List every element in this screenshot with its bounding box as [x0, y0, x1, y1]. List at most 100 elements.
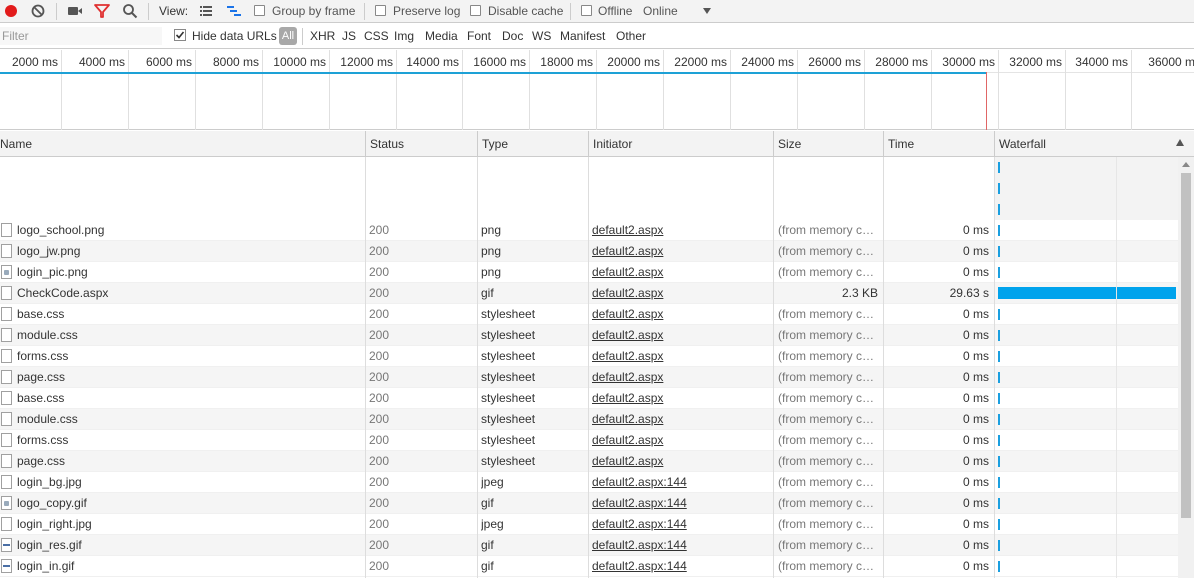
type-filter-xhr[interactable]: XHR [310, 29, 335, 43]
column-header-status[interactable]: Status [365, 131, 477, 157]
group-by-frame-checkbox[interactable] [254, 5, 265, 16]
table-row[interactable]: login_res.gif 200 gif default2.aspx:144 (fro… [0, 535, 1178, 556]
column-header-name[interactable]: Name [0, 131, 365, 157]
preserve-log-checkbox[interactable] [375, 5, 386, 16]
filter-input[interactable] [0, 27, 162, 45]
initiator-link[interactable]: default2.aspx:144 [592, 514, 770, 535]
table-row[interactable]: forms.css 200 stylesheet default2.aspx (from… [0, 430, 1178, 451]
overview-tick-label: 12000 ms [340, 55, 393, 69]
initiator-link[interactable]: default2.aspx [592, 325, 770, 346]
table-row[interactable]: module.css 200 stylesheet default2.aspx (fro… [0, 409, 1178, 430]
column-header-type[interactable]: Type [477, 131, 588, 157]
toolbar-divider [56, 3, 57, 20]
type-filter-font[interactable]: Font [467, 29, 491, 43]
record-icon[interactable] [2, 2, 20, 20]
table-row[interactable]: forms.css 200 stylesheet default2.aspx (from… [0, 346, 1178, 367]
type-filter-css[interactable]: CSS [364, 29, 389, 43]
column-header-initiator[interactable]: Initiator [588, 131, 773, 157]
waterfall-tick [998, 204, 1000, 215]
request-name: login_res.gif [17, 538, 82, 552]
filter-icon[interactable] [93, 2, 111, 20]
initiator-link[interactable]: default2.aspx:144 [592, 556, 770, 577]
request-size: (from memory ca... [778, 370, 878, 384]
initiator-link[interactable]: default2.aspx [592, 346, 770, 367]
video-camera-icon[interactable] [66, 2, 84, 20]
type-filter-other[interactable]: Other [616, 29, 646, 43]
initiator-link[interactable]: default2.aspx [592, 241, 770, 262]
table-row[interactable]: logo_jw.png 200 png default2.aspx (from memo… [0, 241, 1178, 262]
type-filter-doc[interactable]: Doc [502, 29, 523, 43]
table-row[interactable]: page.css 200 stylesheet default2.aspx (from … [0, 451, 1178, 472]
initiator-link[interactable]: default2.aspx [592, 388, 770, 409]
column-divider [588, 157, 589, 578]
sort-ascending-icon[interactable] [1176, 139, 1184, 146]
scroll-up-arrow-icon[interactable] [1182, 162, 1190, 167]
scrollbar-thumb[interactable] [1181, 173, 1191, 518]
chevron-down-icon[interactable] [702, 7, 712, 15]
initiator-link[interactable]: default2.aspx [592, 409, 770, 430]
request-size: (from memory ca... [778, 244, 878, 258]
overview-tick-label: 10000 ms [273, 55, 326, 69]
request-size: (from memory ca... [778, 559, 878, 573]
hide-data-urls-checkbox[interactable] [174, 29, 186, 41]
table-row[interactable]: page.css 200 stylesheet default2.aspx (from … [0, 367, 1178, 388]
group-by-frame-label: Group by frame [272, 4, 356, 18]
initiator-link[interactable]: default2.aspx [592, 304, 770, 325]
type-filter-manifest[interactable]: Manifest [560, 29, 605, 43]
table-row[interactable]: login_in.gif 200 gif default2.aspx:144 (from… [0, 556, 1178, 577]
large-rows-icon[interactable] [197, 2, 215, 20]
table-row[interactable]: logo_copy.gif 200 gif default2.aspx:144 (fro… [0, 493, 1178, 514]
table-row[interactable]: base.css 200 stylesheet default2.aspx (from … [0, 388, 1178, 409]
waterfall-overview-icon[interactable] [225, 2, 243, 20]
table-row[interactable]: login_right.jpg 200 jpeg default2.aspx:144 (… [0, 514, 1178, 535]
disable-cache-checkbox[interactable] [470, 5, 481, 16]
offline-checkbox[interactable] [581, 5, 592, 16]
request-name: page.css [17, 454, 66, 468]
throttling-select[interactable]: Online [643, 4, 678, 18]
column-header-time[interactable]: Time [883, 131, 994, 157]
column-header-size[interactable]: Size [773, 131, 883, 157]
initiator-link[interactable]: default2.aspx [592, 430, 770, 451]
type-filter-ws[interactable]: WS [532, 29, 551, 43]
search-icon[interactable] [121, 2, 139, 20]
type-filter-js[interactable]: JS [342, 29, 356, 43]
load-event-marker [986, 72, 987, 130]
initiator-link[interactable]: default2.aspx [592, 451, 770, 472]
column-header-waterfall[interactable]: Waterfall [994, 131, 1194, 157]
hide-data-urls-label: Hide data URLs [192, 29, 277, 43]
initiator-link[interactable]: default2.aspx:144 [592, 535, 770, 556]
table-row[interactable]: CheckCode.aspx 200 gif default2.aspx 2.3 KB 2… [0, 283, 1178, 304]
type-filter-all[interactable]: All [279, 27, 297, 45]
file-icon [1, 328, 12, 342]
initiator-link[interactable]: default2.aspx [592, 220, 770, 241]
request-type: stylesheet [481, 412, 536, 426]
table-row[interactable]: module.css 200 stylesheet default2.aspx (fro… [0, 325, 1178, 346]
table-row[interactable]: logo_school.png 200 png default2.aspx (from … [0, 220, 1178, 241]
overview-tick-label: 14000 ms [406, 55, 459, 69]
type-filter-media[interactable]: Media [425, 29, 458, 43]
overview-timeline-line [0, 72, 986, 74]
type-filter-img[interactable]: Img [394, 29, 414, 43]
request-status: 200 [369, 475, 390, 489]
timeline-overview[interactable]: 2000 ms 4000 ms 6000 ms 8000 ms 10000 ms 1200… [0, 50, 1194, 130]
table-row[interactable]: base.css 200 stylesheet default2.aspx (from … [0, 304, 1178, 325]
initiator-link[interactable]: default2.aspx [592, 283, 770, 304]
request-time: 0 ms [962, 496, 989, 510]
waterfall-tick [998, 414, 1000, 425]
initiator-link[interactable]: default2.aspx:144 [592, 493, 770, 514]
initiator-link[interactable]: default2.aspx [592, 367, 770, 388]
initiator-link[interactable]: default2.aspx:144 [592, 472, 770, 493]
request-time: 0 ms [962, 517, 989, 531]
file-icon [1, 475, 12, 489]
clear-icon[interactable] [29, 2, 47, 20]
request-status: 200 [369, 559, 390, 573]
waterfall-tick [998, 561, 1000, 572]
table-row[interactable]: login_pic.png 200 png default2.aspx (from me… [0, 262, 1178, 283]
initiator-link[interactable]: default2.aspx [592, 262, 770, 283]
vertical-scrollbar[interactable] [1178, 157, 1194, 578]
table-row[interactable]: login_bg.jpg 200 jpeg default2.aspx:144 (fro… [0, 472, 1178, 493]
column-divider [883, 157, 884, 578]
waterfall-gridline [1116, 157, 1117, 578]
request-time: 0 ms [962, 349, 989, 363]
column-divider [994, 157, 995, 578]
